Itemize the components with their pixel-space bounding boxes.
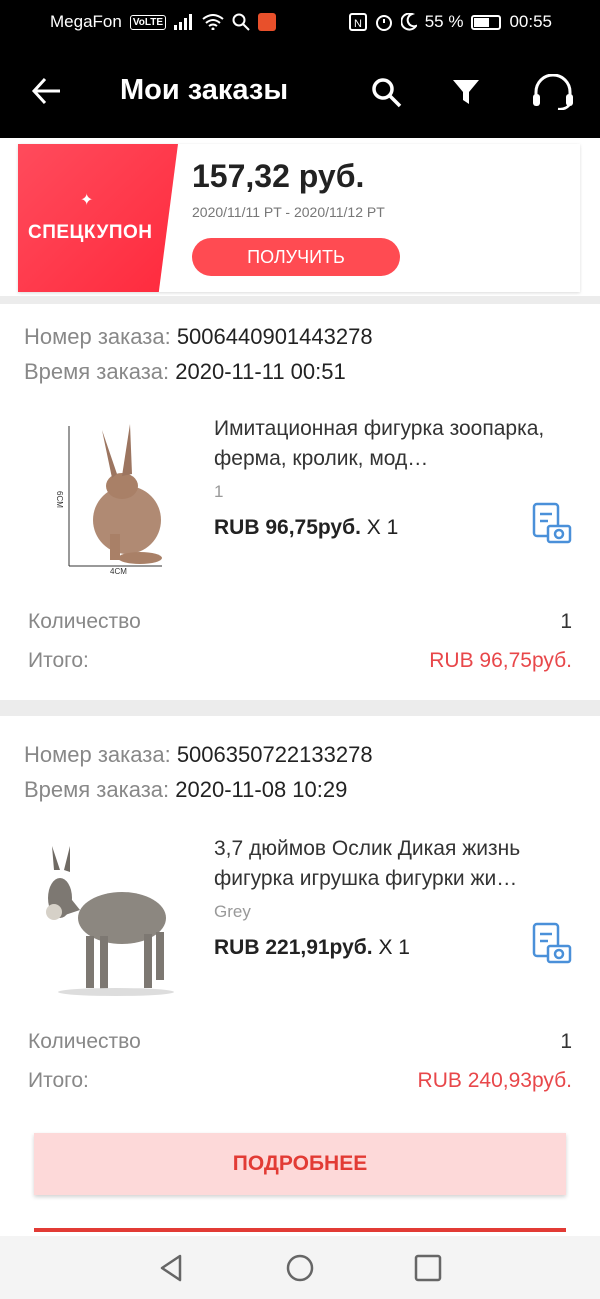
product-variant: Grey bbox=[214, 902, 251, 921]
volte-badge: VoLTE bbox=[129, 14, 167, 30]
coupon-label: СПЕЦКУПОН bbox=[28, 222, 153, 243]
details-button[interactable]: ПОДРОБНЕЕ bbox=[34, 1133, 566, 1195]
product-variant: 1 bbox=[214, 482, 224, 501]
coupon-banner: ✦ СПЕЦКУПОН bbox=[18, 144, 178, 292]
page-title: Мои заказы bbox=[120, 74, 289, 106]
rabbit-product-image[interactable]: 6CM 4CM bbox=[52, 416, 192, 576]
order-time-label: Время заказа: bbox=[24, 777, 170, 802]
search-icon[interactable] bbox=[368, 74, 404, 110]
total-label: Итого: bbox=[28, 1069, 89, 1092]
product-title[interactable]: Имитационная фигурка зоопарка, ферма, кр… bbox=[214, 414, 574, 474]
product-qty: X 1 bbox=[366, 516, 399, 539]
order-number: 5006440901443278 bbox=[176, 324, 373, 349]
order-number-row: Номер заказа: 5006440901443278 bbox=[24, 324, 373, 350]
nav-recents-icon[interactable] bbox=[413, 1253, 443, 1283]
battery-percent: 55 % bbox=[424, 12, 464, 31]
app-notification-icon bbox=[258, 13, 277, 31]
product-qty: X 1 bbox=[378, 936, 410, 959]
order-number-label: Номер заказа: bbox=[24, 742, 171, 767]
product-price: RUB 221,91руб. bbox=[214, 936, 373, 959]
product-price-line: RUB 96,75руб. X 1 bbox=[214, 516, 398, 540]
clock: 00:55 bbox=[509, 12, 552, 31]
product-price-line: RUB 221,91руб. X 1 bbox=[214, 936, 410, 960]
filter-icon[interactable] bbox=[448, 74, 484, 110]
photo-review-icon[interactable] bbox=[530, 922, 572, 964]
image-height-label: 6CM bbox=[55, 491, 64, 508]
get-coupon-button[interactable]: ПОЛУЧИТЬ bbox=[192, 238, 400, 276]
moon-icon bbox=[400, 13, 417, 31]
quantity-label: Количество bbox=[28, 1030, 141, 1053]
signal-icon bbox=[174, 14, 193, 30]
status-bar: MegaFon VoLTE N 55 % 00:55 bbox=[0, 0, 600, 44]
section-divider bbox=[0, 296, 600, 304]
donkey-product-image[interactable] bbox=[40, 840, 180, 1000]
order-number: 5006350722133278 bbox=[176, 742, 373, 767]
quantity-value: 1 bbox=[560, 610, 572, 633]
app-bar: Мои заказы bbox=[0, 44, 600, 138]
image-width-label: 4CM bbox=[110, 567, 127, 576]
product-title[interactable]: 3,7 дюймов Ослик Дикая жизнь фигурка игр… bbox=[214, 834, 574, 894]
total-value: RUB 96,75руб. bbox=[429, 649, 572, 672]
quantity-label: Количество bbox=[28, 610, 141, 633]
carrier-name: MegaFon bbox=[50, 12, 122, 31]
battery-icon bbox=[471, 14, 502, 30]
special-coupon-card: ✦ СПЕЦКУПОН 157,32 руб. 2020/11/11 PT - … bbox=[18, 144, 580, 292]
coupon-dates: 2020/11/11 PT - 2020/11/12 PT bbox=[192, 204, 385, 220]
order-time: 2020-11-11 00:51 bbox=[175, 359, 346, 384]
order-time-label: Время заказа: bbox=[24, 359, 170, 384]
nfc-icon: N bbox=[348, 13, 367, 31]
alarm-icon bbox=[375, 15, 392, 31]
photo-review-icon[interactable] bbox=[530, 502, 572, 544]
total-value: RUB 240,93руб. bbox=[417, 1069, 572, 1092]
order-time-row: Время заказа: 2020-11-08 10:29 bbox=[24, 777, 347, 803]
sparkle-icon: ✦ bbox=[80, 192, 94, 209]
product-price: RUB 96,75руб. bbox=[214, 516, 361, 539]
total-label: Итого: bbox=[28, 649, 89, 672]
order-number-label: Номер заказа: bbox=[24, 324, 171, 349]
nav-home-icon[interactable] bbox=[285, 1253, 315, 1283]
search-status-icon bbox=[232, 13, 250, 31]
back-arrow-icon[interactable] bbox=[30, 74, 64, 108]
support-headset-icon[interactable] bbox=[530, 74, 576, 110]
section-divider bbox=[0, 700, 600, 716]
next-button-edge[interactable] bbox=[34, 1228, 566, 1232]
svg-text:N: N bbox=[354, 18, 362, 30]
order-number-row: Номер заказа: 5006350722133278 bbox=[24, 742, 373, 768]
nav-back-icon[interactable] bbox=[156, 1253, 186, 1283]
order-time: 2020-11-08 10:29 bbox=[175, 777, 348, 802]
coupon-amount: 157,32 руб. bbox=[192, 158, 365, 194]
order-card[interactable]: Номер заказа: 5006440901443278 Время зак… bbox=[0, 304, 600, 700]
quantity-value: 1 bbox=[560, 1030, 572, 1053]
system-nav-bar bbox=[0, 1236, 600, 1299]
order-time-row: Время заказа: 2020-11-11 00:51 bbox=[24, 359, 346, 385]
wifi-icon bbox=[202, 14, 224, 30]
